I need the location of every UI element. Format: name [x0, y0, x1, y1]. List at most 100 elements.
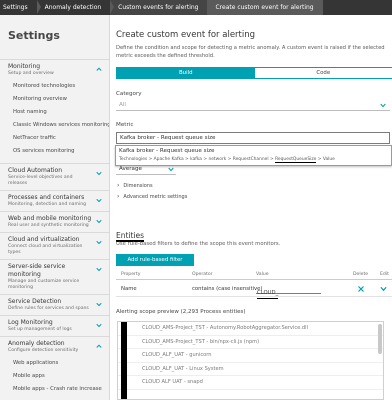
entities-description: Use rule-based filters to define the sco… — [116, 241, 281, 247]
section-title: Anomaly detection — [8, 340, 65, 347]
aggregation-select[interactable]: Average — [116, 164, 176, 175]
sidebar-section-anomaly-detection[interactable]: Anomaly detection Configure detection se… — [0, 336, 109, 357]
section-subtitle: Service-level objectives and releases — [8, 175, 73, 186]
sidebar-item-mobile-crash-rate[interactable]: Mobile apps - Crash rate increase — [0, 383, 109, 396]
entities-heading: Entities — [116, 231, 145, 242]
section-title: Monitoring — [8, 63, 41, 70]
metric-value: Kafka broker - Request queue size — [120, 135, 216, 141]
mode-tabs: Build Code — [116, 67, 392, 79]
sidebar-item-host-naming[interactable]: Host naming — [0, 106, 109, 119]
row-value-input[interactable]: CLOUD_ — [256, 283, 321, 299]
dimensions-expander[interactable]: › Dimensions — [117, 182, 153, 189]
scrollbar[interactable] — [378, 324, 382, 354]
add-rule-based-filter-button[interactable]: Add rule-based filter — [116, 254, 194, 266]
section-subtitle: Define rules for services and spans — [8, 306, 89, 311]
sidebar-item-mobile-apps[interactable]: Mobile apps — [0, 370, 109, 383]
sidebar-section-log-monitoring[interactable]: Log Monitoring Set up management of logs — [0, 315, 109, 336]
category-label: Category — [116, 91, 142, 97]
sidebar-section-server-side[interactable]: Server-side service monitoring Manage an… — [0, 259, 109, 294]
chevron-down-icon — [96, 240, 102, 245]
list-item: CLOUD ALF UAT - snapd — [118, 376, 383, 390]
section-subtitle: Connect cloud and virtualization types — [8, 244, 83, 255]
chevron-down-icon — [96, 171, 102, 176]
page-description: Define the condition and scope for detec… — [116, 45, 385, 59]
chevron-down-icon — [168, 167, 174, 172]
close-icon[interactable] — [358, 286, 364, 292]
chevron-right-icon: › — [117, 182, 120, 189]
redaction-bar — [121, 322, 127, 399]
metric-input[interactable]: Kafka broker - Request queue size — [116, 132, 390, 144]
sidebar-section-cloud-virtualization[interactable]: Cloud and virtualization Connect cloud a… — [0, 232, 109, 259]
sidebar-item-monitored-technologies[interactable]: Monitored technologies — [0, 80, 109, 93]
sidebar-item-classic-windows-services[interactable]: Classic Windows services monitoring — [0, 119, 109, 132]
breadcrumb-settings[interactable]: Settings — [0, 0, 41, 15]
chevron-down-icon — [380, 103, 386, 108]
section-title: Web and mobile monitoring — [8, 215, 92, 222]
chevron-down-icon — [96, 267, 102, 272]
breadcrumb: Settings Anomaly detection Custom events… — [0, 0, 392, 15]
chevron-right-icon: › — [117, 193, 120, 200]
breadcrumb-anomaly-detection[interactable]: Anomaly detection — [36, 0, 114, 15]
suggestion-path: Technologies > Apache Kafka > kafka > ne… — [119, 157, 335, 163]
sidebar-item-web-applications[interactable]: Web applications — [0, 357, 109, 370]
metric-suggestion-dropdown[interactable]: Kafka broker - Request queue size Techno… — [115, 145, 392, 166]
chevron-down-icon — [96, 302, 102, 307]
breadcrumb-current-page: Create custom event for alerting — [207, 0, 323, 15]
dimensions-label: Dimensions — [123, 182, 153, 189]
section-title: Cloud Automation — [8, 167, 62, 174]
section-title: Processes and containers — [8, 194, 85, 201]
suggestion-path-suffix: > Value — [316, 157, 335, 162]
section-subtitle: Monitoring, detection and naming — [8, 202, 87, 207]
section-subtitle: Set up management of logs — [8, 327, 72, 332]
row-operator: contains (case insensitive) — [192, 286, 263, 292]
category-value: All — [119, 102, 126, 108]
list-item: CLOUD_ALF_UAT - gunicorn — [118, 349, 383, 363]
section-title: Server-side service monitoring — [8, 263, 66, 278]
column-property: Property — [121, 272, 141, 277]
row-value: CLOUD_ — [257, 288, 279, 299]
tab-code[interactable]: Code — [254, 68, 392, 78]
breadcrumb-custom-events[interactable]: Custom events for alerting — [110, 0, 212, 15]
main-content: Create custom event for alerting Define … — [111, 15, 392, 400]
alerting-scope-preview-list[interactable]: CLOUD_AMS-Project_TST - Autonomy.RobotAg… — [117, 321, 384, 400]
section-title: Service Detection — [8, 298, 62, 305]
alerting-scope-preview-label: Alerting scope preview (2,293 Process en… — [116, 309, 246, 315]
chevron-up-icon — [96, 344, 102, 348]
section-subtitle: Setup and overview — [8, 71, 54, 76]
list-item: CLOUD_AMS-Project_TST - Autonomy.RobotAg… — [118, 322, 383, 336]
tab-build[interactable]: Build — [117, 68, 255, 78]
sidebar-item-nettracer-traffic[interactable]: NetTracer traffic — [0, 132, 109, 145]
suggestion-title: Kafka broker - Request queue size — [119, 148, 215, 154]
sidebar-section-processes-containers[interactable]: Processes and containers Monitoring, det… — [0, 190, 109, 211]
row-property: Name — [121, 286, 137, 292]
aggregation-value: Average — [119, 166, 142, 172]
advanced-settings-label: Advanced metric settings — [123, 193, 188, 200]
sidebar-item-monitoring-overview[interactable]: Monitoring overview — [0, 93, 109, 106]
sidebar-section-web-mobile[interactable]: Web and mobile monitoring Real user and … — [0, 211, 109, 232]
sidebar-section-service-detection[interactable]: Service Detection Define rules for servi… — [0, 294, 109, 315]
chevron-down-icon — [96, 198, 102, 203]
table-row: Name contains (case insensitive) CLOUD_ — [116, 281, 392, 299]
sidebar-section-monitoring[interactable]: Monitoring Setup and overview — [0, 59, 109, 80]
chevron-down-icon — [96, 323, 102, 328]
suggestion-path-prefix: Technologies > Apache Kafka > kafka > ne… — [119, 157, 276, 162]
category-select[interactable]: All — [116, 100, 390, 111]
page-title: Create custom event for alerting — [116, 30, 256, 40]
section-subtitle: Configure detection sensitivity — [8, 348, 79, 353]
advanced-settings-expander[interactable]: › Advanced metric settings — [117, 193, 187, 200]
sidebar-title: Settings — [8, 29, 60, 42]
section-subtitle: Manage and customize service monitoring — [8, 279, 80, 290]
column-delete: Delete — [353, 272, 369, 277]
settings-sidebar: Settings Monitoring Setup and overview M… — [0, 15, 110, 400]
chevron-down-icon[interactable] — [380, 286, 387, 292]
sidebar-item-os-services[interactable]: OS services monitoring — [0, 145, 109, 158]
suggestion-path-highlight: RequestQueueSize — [275, 157, 317, 163]
section-subtitle: Real user and synthetic monitoring — [8, 223, 89, 228]
sidebar-section-cloud-automation[interactable]: Cloud Automation Service-level objective… — [0, 163, 109, 190]
filter-table-header: Property Operator Value Delete Edit — [116, 270, 392, 280]
section-title: Cloud and virtualization — [8, 236, 80, 243]
chevron-up-icon — [96, 67, 102, 71]
column-operator: Operator — [192, 272, 213, 277]
list-item: CLOUD_AMS-Project_TST - bin/npx-cli.js (… — [118, 336, 383, 349]
list-item: CLOUD_ALF_UAT - Linux System — [118, 363, 383, 376]
